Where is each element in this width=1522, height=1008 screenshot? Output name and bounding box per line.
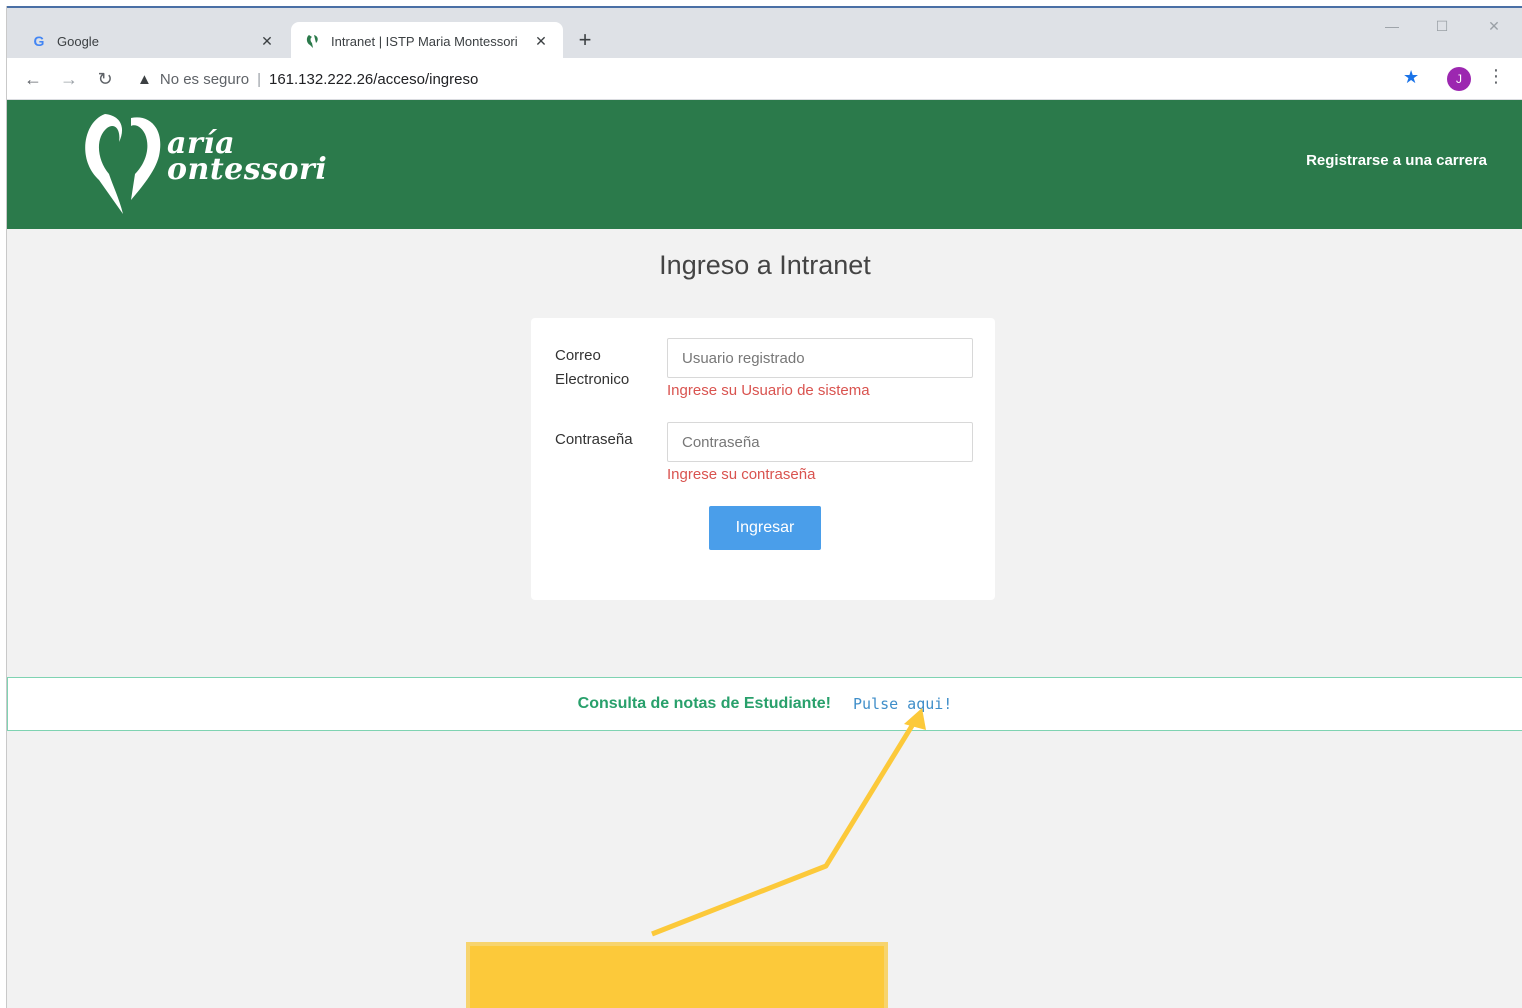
maximize-icon[interactable]: ☐	[1427, 18, 1457, 35]
browser-window: G Google ✕ Intranet | ISTP Maria Montess…	[6, 6, 1522, 1008]
password-error: Ingrese su contraseña	[667, 466, 816, 483]
browser-toolbar: ← → ↻ ▲ No es seguro | 161.132.222.26/ac…	[7, 58, 1522, 100]
grades-link[interactable]: Pulse aqui!	[853, 695, 952, 713]
email-error: Ingrese su Usuario de sistema	[667, 382, 870, 399]
back-icon[interactable]: ←	[21, 67, 45, 91]
password-label: Contraseña	[555, 431, 633, 448]
tab-label: Intranet | ISTP Maria Montessori	[331, 33, 518, 49]
minimize-icon[interactable]: —	[1377, 18, 1407, 34]
url-text: 161.132.222.26/acceso/ingreso	[268, 70, 479, 88]
address-bar[interactable]: ▲ No es seguro | 161.132.222.26/acceso/i…	[137, 64, 478, 94]
tab-label: Google	[57, 33, 99, 49]
logo-heart-icon	[85, 114, 161, 214]
tab-strip: G Google ✕ Intranet | ISTP Maria Montess…	[7, 6, 1522, 60]
bookmark-star-icon[interactable]: ★	[1403, 67, 1419, 88]
close-icon[interactable]: ✕	[259, 33, 275, 50]
email-label-line1: Correo	[555, 347, 601, 364]
new-tab-icon[interactable]: +	[573, 28, 597, 52]
email-input[interactable]	[667, 338, 973, 378]
password-input[interactable]	[667, 422, 973, 462]
logo-text-line2: ontessori	[167, 152, 328, 187]
reload-icon[interactable]: ↻	[93, 67, 117, 91]
grades-notice-bar: Consulta de notas de Estudiante! Pulse a…	[7, 677, 1522, 731]
menu-kebab-icon[interactable]: ⋮	[1487, 66, 1505, 87]
site-header: aría ontessori Registrarse a una carrera	[7, 100, 1522, 229]
google-favicon-icon: G	[33, 33, 45, 49]
close-icon[interactable]: ✕	[533, 33, 549, 50]
email-label-line2: Electronico	[555, 371, 630, 388]
email-label: Correo Electronico	[555, 344, 629, 392]
register-career-link[interactable]: Registrarse a una carrera	[1306, 152, 1487, 169]
notice-text: Consulta de notas de Estudiante!	[577, 695, 831, 712]
security-status: No es seguro	[159, 70, 250, 88]
profile-avatar[interactable]: J	[1447, 67, 1471, 91]
login-card: Correo Electronico Ingrese su Usuario de…	[531, 318, 995, 600]
page-title: Ingreso a Intranet	[659, 250, 871, 280]
annotation-callout-box	[466, 942, 888, 1008]
montessori-favicon-icon	[305, 33, 321, 49]
tab-google[interactable]: G Google ✕	[17, 22, 289, 60]
tab-intranet[interactable]: Intranet | ISTP Maria Montessori ✕	[291, 22, 563, 60]
close-window-icon[interactable]: ✕	[1479, 18, 1509, 35]
separator: |	[257, 70, 261, 88]
site-logo[interactable]: aría ontessori	[79, 108, 329, 220]
forward-icon[interactable]: →	[57, 67, 81, 91]
web-page: aría ontessori Registrarse a una carrera…	[7, 100, 1522, 1008]
login-submit-button[interactable]: Ingresar	[709, 506, 821, 550]
warning-icon: ▲	[137, 70, 152, 88]
screen: G Google ✕ Intranet | ISTP Maria Montess…	[0, 0, 1522, 1008]
